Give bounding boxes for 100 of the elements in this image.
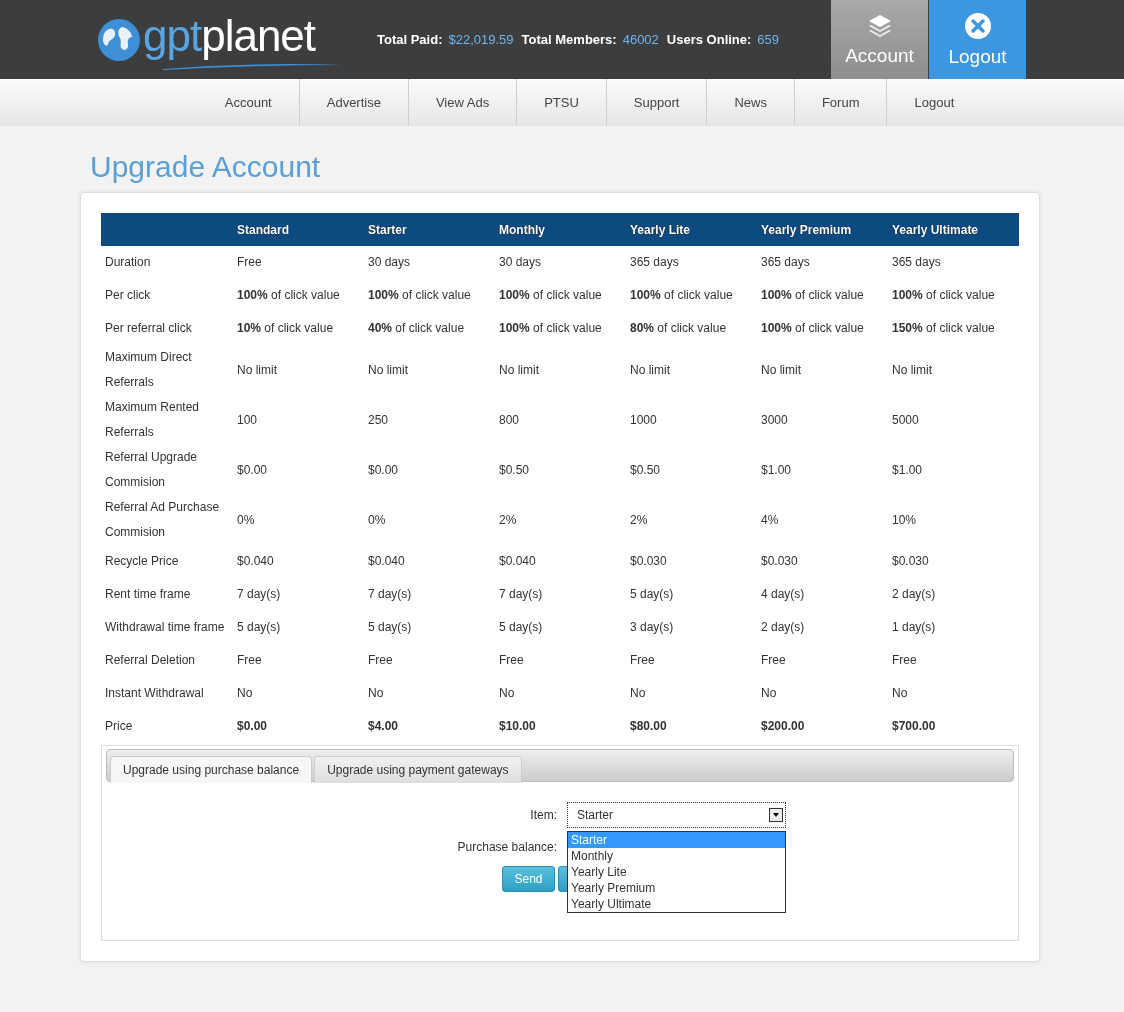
table-cell: 30 days	[495, 246, 626, 279]
table-cell-text: 250	[367, 411, 390, 429]
stat-value: 46002	[622, 32, 659, 47]
row-label: Maximum Rented Referrals	[104, 399, 201, 441]
stat-label: Users Online:	[666, 32, 752, 47]
table-cell-text: 5 day(s)	[367, 619, 413, 636]
table-cell-text: 10% of click value	[236, 320, 335, 337]
page-title: Upgrade Account	[90, 150, 322, 184]
table-cell-text: No limit	[760, 361, 802, 379]
table-cell-text: 100% of click value	[367, 287, 472, 304]
table-cell-text: No	[629, 685, 647, 702]
table-cell-text: 80% of click value	[629, 320, 728, 337]
table-cell-text: 100% of click value	[236, 287, 341, 304]
table-cell-text: 4 day(s)	[760, 586, 806, 603]
table-cell-text: 0%	[367, 511, 387, 529]
column-header: Yearly Premium	[757, 213, 888, 246]
table-cell-text: 100% of click value	[760, 320, 865, 337]
table-cell-text: $0.00	[367, 461, 400, 479]
table-cell-text: 100% of click value	[891, 287, 996, 304]
row-label: Recycle Price	[104, 553, 180, 570]
table-cell: 365 days	[757, 246, 888, 279]
row-label: Duration	[101, 246, 233, 279]
table-cell-text: 10%	[891, 511, 918, 529]
table-cell-text: 100% of click value	[760, 287, 865, 304]
table-cell-text: 100% of click value	[498, 287, 603, 304]
table-cell: 30 days	[364, 246, 495, 279]
table-cell-text: Free	[629, 652, 656, 669]
table-cell-text: $200.00	[760, 718, 806, 735]
column-header: Yearly Lite	[626, 213, 757, 246]
item-label: Item:	[529, 808, 557, 822]
table-cell-text: Free	[498, 652, 525, 669]
table-cell-text: $700.00	[891, 718, 937, 735]
table-cell-text: Free	[891, 652, 918, 669]
table-cell-text: Free	[367, 652, 394, 669]
table-cell-text: Free	[760, 652, 787, 669]
table-cell-text: No	[236, 685, 254, 702]
table-cell-text: $0.030	[760, 553, 799, 570]
table-cell: 365 days	[626, 246, 757, 279]
table-cell-text: 5 day(s)	[629, 586, 675, 603]
table-cell-text: 3000	[760, 411, 789, 429]
table-cell-text: $1.00	[891, 461, 924, 479]
table-cell-text: $0.00	[236, 718, 269, 735]
table-cell: 365 days	[888, 246, 1019, 279]
table-cell-text: $10.00	[498, 718, 537, 735]
table-cell-text: $0.50	[629, 461, 662, 479]
row-label: Maximum Direct Referrals	[104, 349, 193, 391]
table-cell-text: $0.030	[891, 553, 930, 570]
column-header: Standard	[233, 213, 364, 246]
row-label: Referral Ad Purchase Commision	[104, 499, 221, 541]
table-cell-text: 800	[498, 411, 521, 429]
table-cell-text: $80.00	[629, 718, 668, 735]
table-cell-text: $0.040	[236, 553, 275, 570]
row-label: Per click	[104, 287, 152, 304]
row-label: Instant Withdrawal	[104, 685, 205, 702]
stat-label: Total Paid:	[377, 32, 443, 47]
table-cell-text: No	[760, 685, 778, 702]
stat-value: 659	[757, 32, 780, 47]
table-cell-text: $0.040	[367, 553, 406, 570]
table-cell-text: 4%	[760, 511, 780, 529]
row-label: Referral Deletion	[104, 652, 197, 669]
table-cell-text: 5 day(s)	[236, 619, 282, 636]
row-label: Per referral click	[104, 320, 193, 337]
table-cell-text: 100	[236, 411, 259, 429]
table-cell-text: No limit	[629, 361, 671, 379]
table-cell-text: 3 day(s)	[629, 619, 675, 636]
stat-label: Total Members:	[521, 32, 617, 47]
table-cell-text: 2%	[629, 511, 649, 529]
table-cell-text: 1 day(s)	[891, 619, 937, 636]
table-cell-text: No	[498, 685, 516, 702]
table-cell-text: No	[891, 685, 909, 702]
table-cell-text: 100% of click value	[629, 287, 734, 304]
table-cell-text: No limit	[236, 361, 278, 379]
balance-label: Purchase balance:	[456, 840, 557, 854]
table-cell-text: 7 day(s)	[367, 586, 413, 603]
table-cell-text: 1000	[629, 411, 658, 429]
table-cell-text: $0.040	[498, 553, 537, 570]
table-cell-text: 5 day(s)	[498, 619, 544, 636]
table-cell-text: $1.00	[760, 461, 793, 479]
table-cell-text: $0.50	[498, 461, 531, 479]
table-cell-text: Free	[236, 652, 263, 669]
table-cell-text: 40% of click value	[367, 320, 466, 337]
table-cell-text: 2 day(s)	[760, 619, 806, 636]
table-cell: Free	[233, 246, 364, 279]
table-cell-text: 100% of click value	[498, 320, 603, 337]
table-cell-text: 2%	[498, 511, 518, 529]
table-cell-text: $0.030	[629, 553, 668, 570]
table-cell-text: 2 day(s)	[891, 586, 937, 603]
row-label: Withdrawal time frame	[104, 619, 226, 636]
row-label: Referral Upgrade Commision	[104, 449, 199, 491]
table-cell-text: 150% of click value	[891, 320, 996, 337]
table-cell-text: $0.00	[236, 461, 269, 479]
table-cell-text: 7 day(s)	[236, 586, 282, 603]
table-cell-text: No limit	[367, 361, 409, 379]
table-cell-text: No limit	[891, 361, 933, 379]
row-label: Rent time frame	[104, 586, 192, 603]
logo-text: gptplanet	[143, 9, 317, 62]
table-cell-text: No	[367, 685, 385, 702]
table-cell-text: 7 day(s)	[498, 586, 544, 603]
column-header: Starter	[364, 213, 495, 246]
stat-value: $22,019.59	[448, 32, 514, 47]
